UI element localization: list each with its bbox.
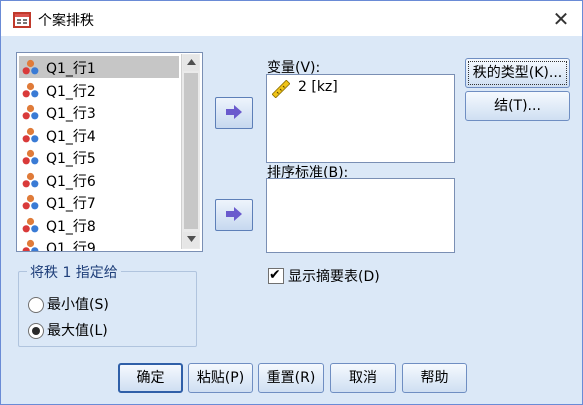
vertical-scrollbar[interactable] <box>181 54 200 249</box>
nominal-variable-icon <box>22 149 39 166</box>
display-summary-checkbox[interactable] <box>268 266 284 284</box>
list-item[interactable]: Q1_行2 <box>19 79 179 101</box>
nominal-variable-icon <box>22 239 39 251</box>
variables-list[interactable]: 2 [kz] <box>266 74 455 163</box>
variable-label: Q1_行1 <box>46 61 96 77</box>
list-item[interactable]: Q1_行6 <box>19 169 179 191</box>
list-item[interactable]: Q1_行1 <box>19 56 179 78</box>
nominal-variable-icon <box>22 59 39 76</box>
assign-rank-group: 将秩 1 指定给 最小值(S) 最大值(L) <box>18 262 197 347</box>
variable-label: Q1_行2 <box>46 83 96 100</box>
nominal-variable-icon <box>22 172 39 189</box>
close-icon[interactable]: ✕ <box>549 7 573 31</box>
variable-label: Q1_行4 <box>46 128 96 145</box>
title-bar: 个案排秩 ✕ <box>1 1 582 36</box>
variable-label: Q1_行8 <box>46 218 96 235</box>
rank-cases-icon <box>13 12 31 28</box>
scrollbar-thumb[interactable] <box>184 73 198 229</box>
ok-button[interactable]: 确定 <box>118 363 183 393</box>
nominal-variable-icon <box>22 194 39 211</box>
ties-button[interactable]: 结(T)... <box>465 91 570 121</box>
list-item[interactable]: Q1_行4 <box>19 124 179 146</box>
list-item[interactable]: Q1_行8 <box>19 214 179 236</box>
right-arrow-icon <box>226 207 242 221</box>
largest-value-radio[interactable] <box>28 323 44 339</box>
reset-button[interactable]: 重置(R) <box>258 363 324 393</box>
smallest-value-label: 最小值(S) <box>47 297 109 313</box>
source-variable-list[interactable]: Q1_行1 Q1_行2 Q1_行3 Q1_行4 Q1_行5 Q1_行6 Q1_行7 Q1_行8… <box>16 52 203 252</box>
help-button[interactable]: 帮助 <box>402 363 467 393</box>
largest-value-label: 最大值(L) <box>47 323 108 339</box>
cancel-button[interactable]: 取消 <box>330 363 396 393</box>
sort-by-list[interactable] <box>266 178 455 253</box>
list-item[interactable]: Q1_行9 <box>19 236 179 252</box>
variable-label: Q1_行9 <box>46 241 96 252</box>
scale-ruler-icon <box>272 80 290 98</box>
nominal-variable-icon <box>22 127 39 144</box>
nominal-variable-icon <box>22 217 39 234</box>
display-summary-label: 显示摘要表(D) <box>288 269 380 285</box>
smallest-value-radio[interactable] <box>28 297 44 313</box>
nominal-variable-icon <box>22 104 39 121</box>
target-variable-label: 2 [kz] <box>298 79 338 95</box>
variable-label: Q1_行5 <box>46 151 96 167</box>
variable-label: Q1_行7 <box>46 196 96 212</box>
paste-button[interactable]: 粘贴(P) <box>188 363 253 393</box>
variable-label: Q1_行6 <box>46 173 96 190</box>
scroll-up-icon[interactable] <box>183 55 199 71</box>
rank-cases-dialog: 个案排秩 ✕ Q1_行1 Q1_行2 Q1_行3 Q1_行4 Q1_行5 Q1_行6 Q1_… <box>0 0 583 405</box>
window-title: 个案排秩 <box>38 13 94 29</box>
list-item[interactable]: Q1_行7 <box>19 191 179 213</box>
variable-label: Q1_行3 <box>46 106 96 122</box>
nominal-variable-icon <box>22 82 39 99</box>
right-arrow-icon <box>226 105 242 119</box>
list-item[interactable]: Q1_行3 <box>19 101 179 123</box>
list-item[interactable]: Q1_行5 <box>19 146 179 168</box>
move-to-variables-button[interactable] <box>215 97 253 129</box>
move-to-sort-by-button[interactable] <box>215 199 253 231</box>
rank-types-button[interactable]: 秩的类型(K)... <box>465 58 570 88</box>
scroll-down-icon[interactable] <box>183 232 199 248</box>
group-title: 将秩 1 指定给 <box>27 262 121 282</box>
